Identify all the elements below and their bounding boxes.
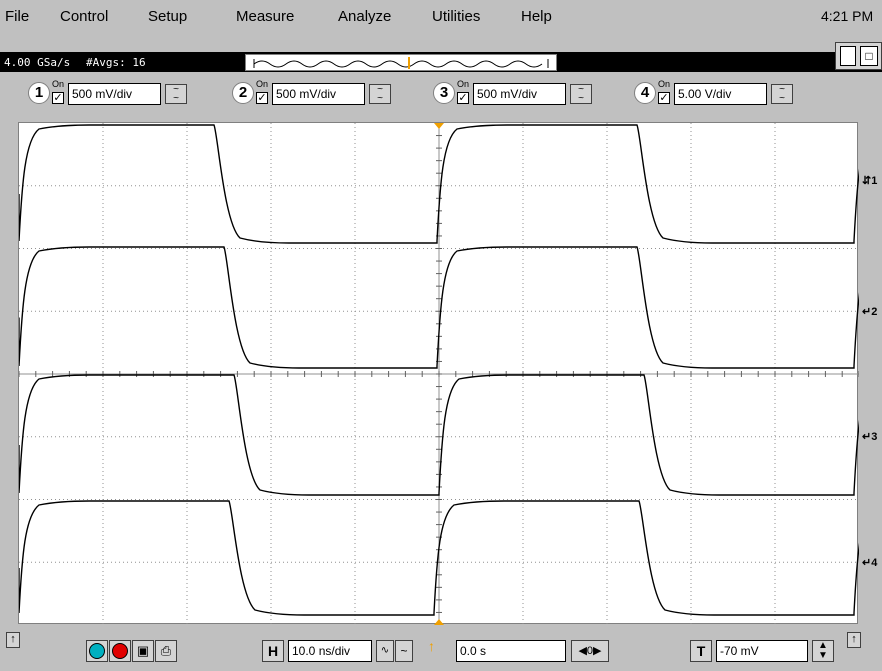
trigger-button[interactable]: T: [690, 640, 712, 662]
menu-analyze[interactable]: Analyze: [338, 8, 391, 25]
fine-adjust-button[interactable]: ∿: [376, 640, 394, 662]
channel-3-coupling-button[interactable]: ~ ~: [570, 84, 592, 104]
print-button[interactable]: ⎙: [155, 640, 177, 662]
printer-icon: ⎙: [160, 643, 172, 658]
channel-4-number[interactable]: 4: [634, 82, 656, 104]
menu-help[interactable]: Help: [521, 8, 552, 25]
menu-file[interactable]: File: [5, 8, 29, 25]
delay-field[interactable]: 0.0 s: [456, 640, 566, 662]
channel-3-scale-field[interactable]: 500 mV/div: [473, 83, 566, 105]
single-acquisition-icon: ▣: [136, 643, 150, 658]
menu-control[interactable]: Control: [60, 8, 108, 25]
channel-2-on-label: On: [256, 79, 269, 89]
delay-adjust-buttons[interactable]: ◀0▶: [571, 640, 609, 662]
channel-1-number[interactable]: 1: [28, 82, 50, 104]
waveform-overview[interactable]: [245, 54, 557, 71]
bottom-control-bar: ↑ ▣ ⎙ H 10.0 ns/div ∿ ~ ↑ 0.0 s ◀0▶ T -7…: [0, 628, 882, 671]
waveform-display[interactable]: [18, 122, 859, 625]
trigger-bottom-marker: [434, 619, 444, 625]
channel-3-number[interactable]: 3: [433, 82, 455, 104]
trigger-level-spinner[interactable]: ▲ ▼: [812, 640, 834, 662]
mouse-icon[interactable]: □: [860, 46, 878, 66]
stop-icon: [112, 643, 128, 659]
timebase-scale-field[interactable]: 10.0 ns/div: [288, 640, 372, 662]
channel-1-coupling-button[interactable]: ~ ~: [165, 84, 187, 104]
overview-waveform-icon: [253, 57, 549, 69]
channel-4-coupling-button[interactable]: ~ ~: [771, 84, 793, 104]
left-marker-arrow-icon[interactable]: ↑: [6, 632, 20, 648]
trigger-reference-icon: ↑: [428, 638, 435, 654]
trigger-top-marker: [434, 123, 444, 129]
average-count: #Avgs: 16: [86, 56, 146, 69]
channel-4-scale-field[interactable]: 5.00 V/div: [674, 83, 767, 105]
menu-utilities[interactable]: Utilities: [432, 8, 480, 25]
menu-measure[interactable]: Measure: [236, 8, 294, 25]
channel-1-scale-field[interactable]: 500 mV/div: [68, 83, 161, 105]
channel-2-on-checkbox[interactable]: ✓: [256, 92, 268, 104]
channel-2-ground-marker[interactable]: ↵2: [862, 305, 877, 318]
single-button[interactable]: ▣: [132, 640, 154, 662]
channel-2-scale-field[interactable]: 500 mV/div: [272, 83, 365, 105]
channel-1-on-checkbox[interactable]: ✓: [52, 92, 64, 104]
clock: 4:21 PM: [821, 8, 874, 24]
run-button[interactable]: [86, 640, 108, 662]
display-mode-button[interactable]: [840, 46, 856, 66]
waveform-canvas: [19, 123, 859, 625]
horizontal-button[interactable]: H: [262, 640, 284, 662]
channel-3-ground-marker[interactable]: ↵3: [862, 430, 877, 443]
channel-2-coupling-button[interactable]: ~ ~: [369, 84, 391, 104]
channel-3-on-checkbox[interactable]: ✓: [457, 92, 469, 104]
channel-4-on-label: On: [658, 79, 671, 89]
window-buttons: □: [835, 42, 882, 70]
sample-rate: 4.00 GSa/s: [4, 56, 71, 69]
channel-1-ground-marker[interactable]: ⇵1: [862, 174, 877, 187]
channel-4-on-checkbox[interactable]: ✓: [658, 92, 670, 104]
menu-setup[interactable]: Setup: [148, 8, 187, 25]
channel-2-number[interactable]: 2: [232, 82, 254, 104]
channel-4-ground-marker[interactable]: ↵4: [862, 556, 877, 569]
trigger-level-field[interactable]: -70 mV: [716, 640, 808, 662]
channel-1-on-label: On: [52, 79, 65, 89]
wave-adjust-button[interactable]: ~: [395, 640, 413, 662]
stop-button[interactable]: [109, 640, 131, 662]
run-icon: [89, 643, 105, 659]
channel-controls: 1 On ✓ 500 mV/div ~ ~ 2 On ✓ 500 mV/div ~…: [0, 74, 882, 116]
menu-bar: File Control Setup Measure Analyze Utili…: [0, 0, 882, 34]
right-marker-arrow-icon[interactable]: ↑: [847, 632, 861, 648]
channel-3-on-label: On: [457, 79, 470, 89]
